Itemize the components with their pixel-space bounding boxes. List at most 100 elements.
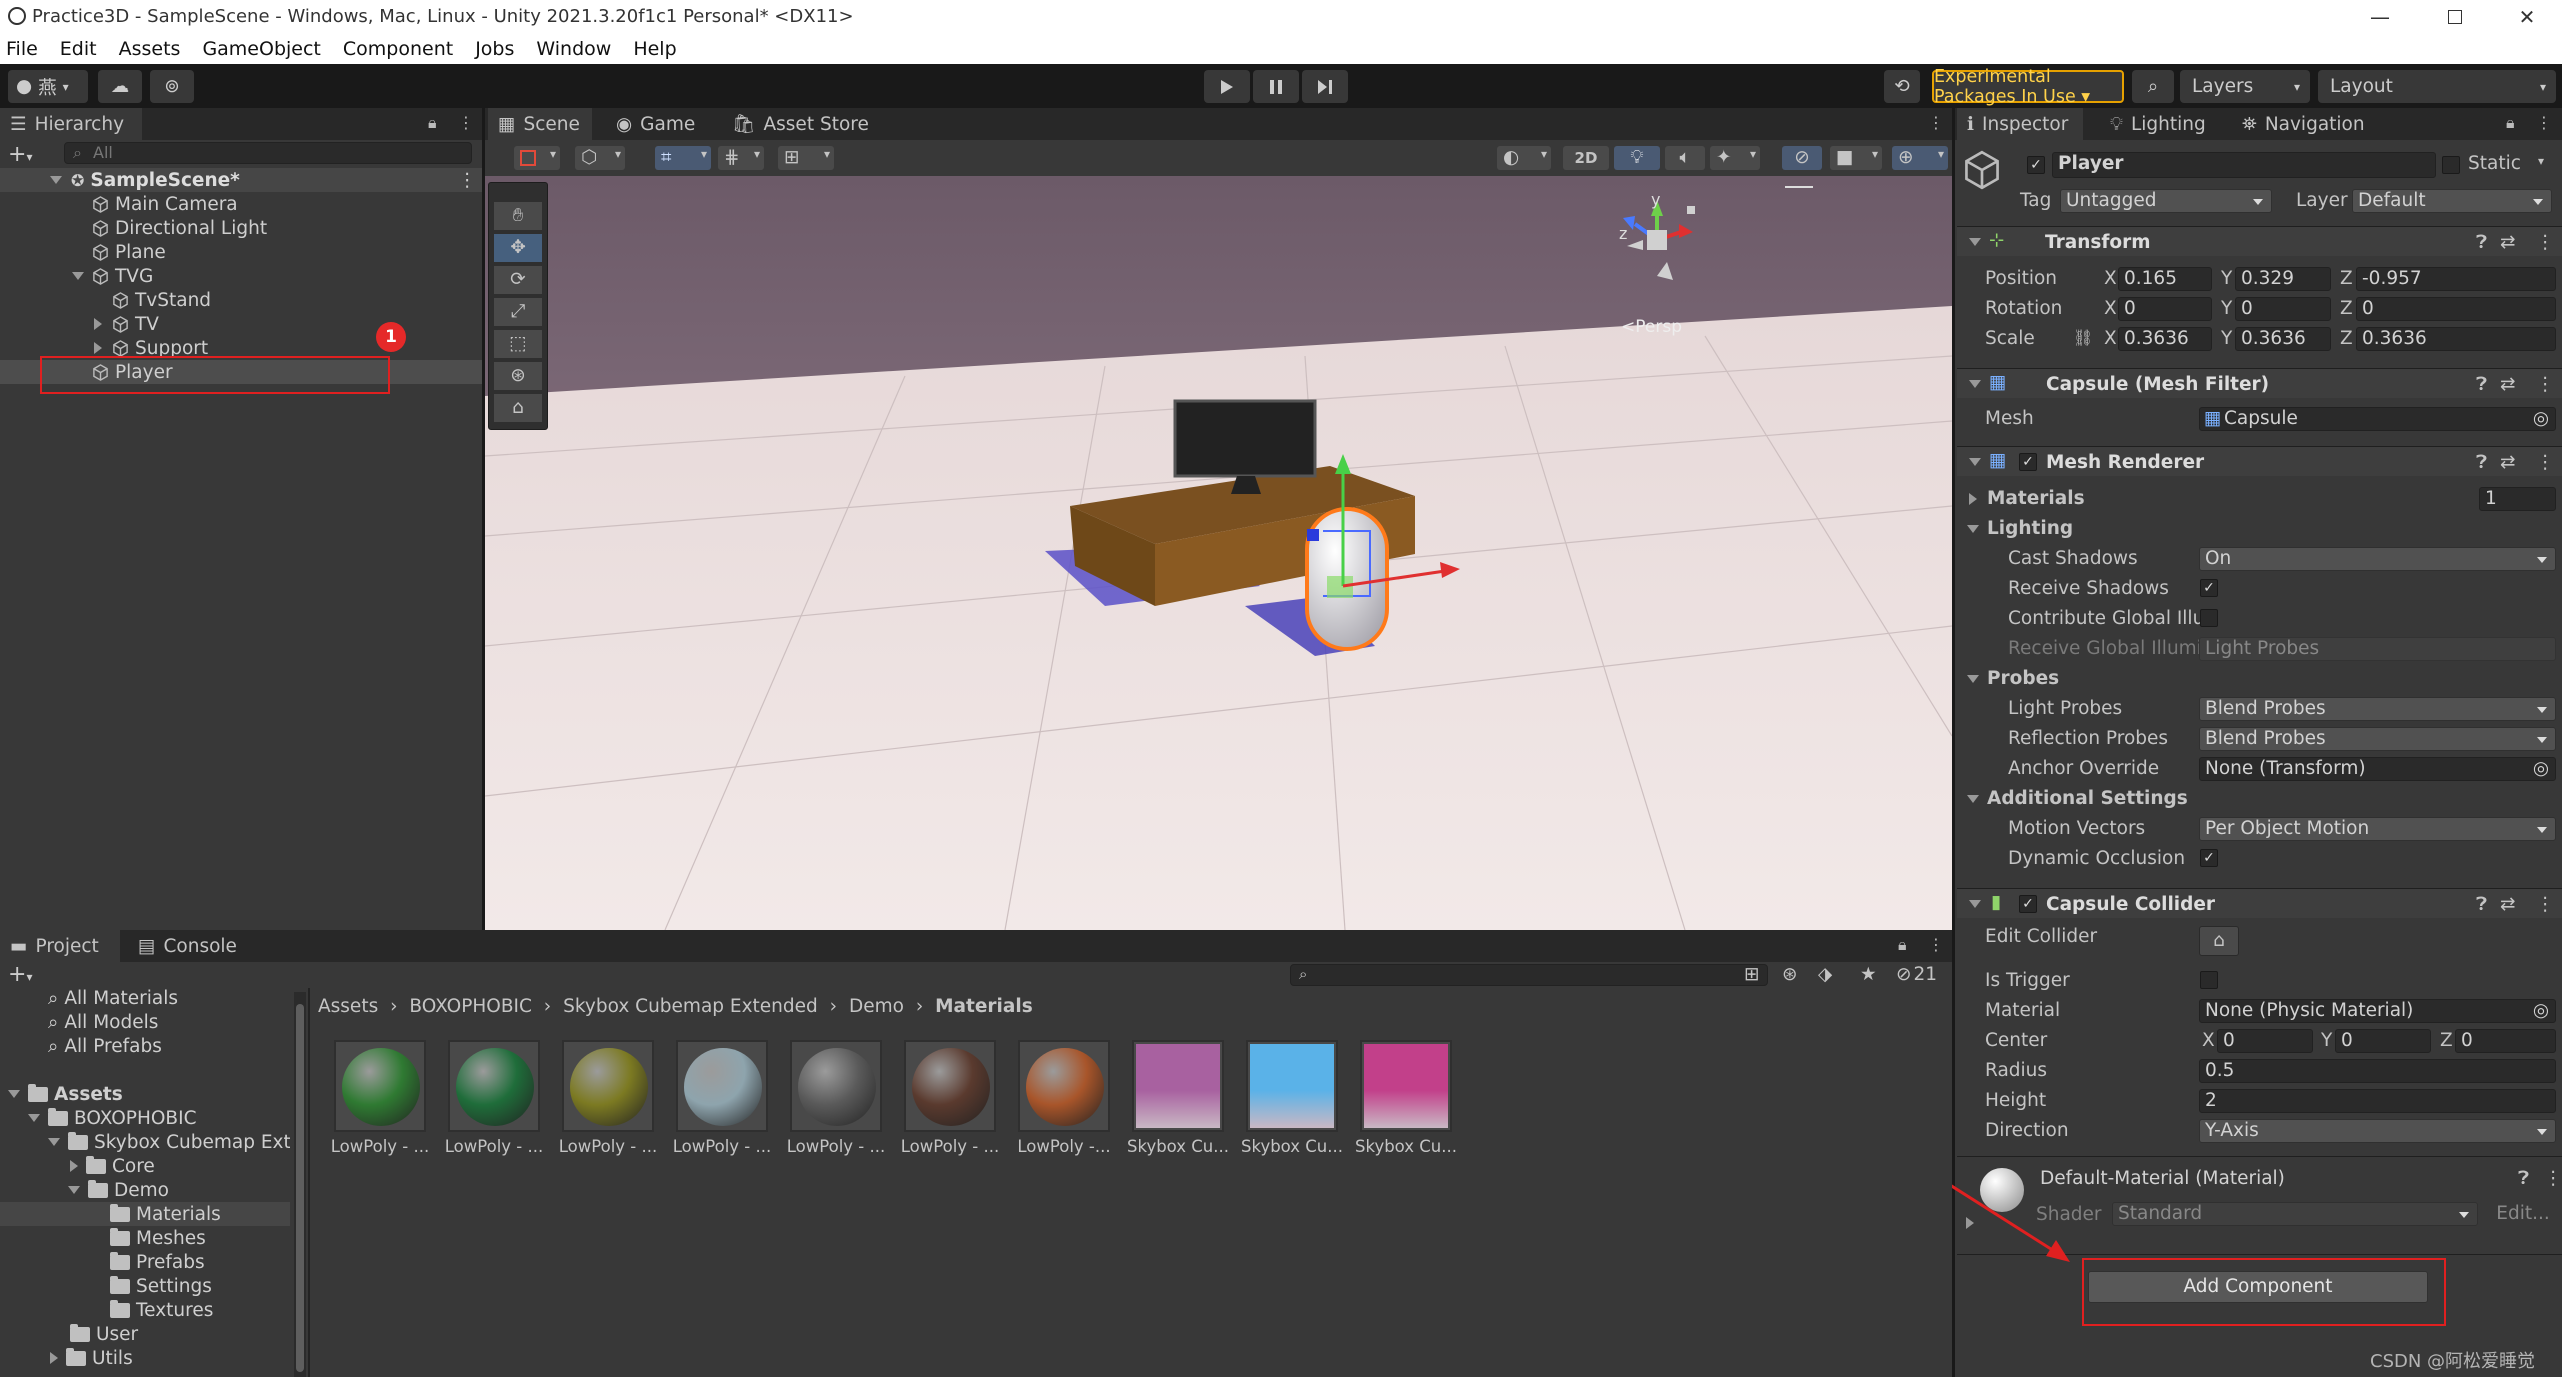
preset-icon[interactable]: ⇄: [2500, 374, 2516, 395]
asset-tile[interactable]: [790, 1040, 882, 1132]
transform-header[interactable]: ⊹ Transform ❓︎ ⇄ ⋮: [1957, 226, 2562, 256]
tree-item[interactable]: Meshes: [110, 1226, 206, 1250]
tree-item[interactable]: Settings: [110, 1274, 212, 1298]
project-tree-scrollbar[interactable]: [294, 992, 306, 1377]
tab-asset-store[interactable]: 🛍︎ Asset Store: [722, 108, 872, 140]
rect-tool[interactable]: ⬚: [494, 330, 542, 358]
maximize-icon[interactable]: [2420, 0, 2490, 33]
orientation-button[interactable]: ◐ ▾: [1497, 146, 1551, 170]
favorite-item[interactable]: ⌕ All Prefabs: [48, 1034, 162, 1058]
asset-tile[interactable]: [448, 1040, 540, 1132]
move-tool[interactable]: ✥: [494, 234, 542, 262]
hierarchy-item[interactable]: Directional Light: [0, 216, 482, 240]
asset-tile[interactable]: [334, 1040, 426, 1132]
tree-item[interactable]: Demo: [68, 1178, 169, 1202]
scene-viewport[interactable]: y z <Persp: [485, 176, 1952, 930]
center-z-input[interactable]: 0: [2455, 1029, 2556, 1053]
tree-item[interactable]: User: [70, 1322, 138, 1346]
search-by-type-icon[interactable]: ⊞: [1744, 964, 1760, 985]
play-button[interactable]: [1204, 70, 1250, 103]
gizmos-button[interactable]: ⊕ ▾: [1892, 146, 1948, 170]
lighting-toggle[interactable]: 💡︎: [1614, 146, 1660, 170]
preset-icon[interactable]: ⇄: [2500, 232, 2516, 253]
scene-visibility-toggle[interactable]: ⊘: [1782, 146, 1822, 170]
pause-button[interactable]: [1253, 70, 1299, 103]
breadcrumb-item[interactable]: Demo: [849, 996, 904, 1017]
center-x-input[interactable]: 0: [2217, 1029, 2313, 1053]
lock-icon[interactable]: 🔒︎: [1898, 935, 1907, 955]
materials-row[interactable]: Materials 1: [1957, 484, 2562, 514]
cloud-button[interactable]: ☁: [98, 70, 142, 103]
lighting-section[interactable]: Lighting: [1957, 514, 2562, 544]
more-icon[interactable]: ⋮: [2536, 452, 2555, 473]
account-button[interactable]: ● 燕 ▾: [8, 70, 88, 103]
mesh-renderer-header[interactable]: ▦ ✓ Mesh Renderer ❓︎ ⇄ ⋮: [1957, 446, 2562, 476]
breadcrumb-item[interactable]: Assets: [318, 996, 378, 1017]
ruler-button[interactable]: ⊞ ▾: [778, 146, 834, 170]
camera-button[interactable]: ■ ▾: [1830, 146, 1882, 170]
help-icon[interactable]: ❓︎: [2518, 1168, 2529, 1189]
menu-jobs[interactable]: Jobs: [475, 38, 514, 60]
tree-item[interactable]: Utils: [50, 1346, 133, 1370]
layout-dropdown[interactable]: Layout ▾: [2318, 70, 2556, 103]
custom-tool[interactable]: ⌂: [494, 394, 542, 422]
receive-shadows-checkbox[interactable]: ✓: [2200, 579, 2218, 597]
scale-x-input[interactable]: 0.3636: [2118, 327, 2212, 351]
is-trigger-checkbox[interactable]: [2200, 971, 2218, 989]
link-icon[interactable]: ⛓: [2073, 328, 2093, 347]
asset-tile[interactable]: [1018, 1040, 1110, 1132]
tab-project[interactable]: ▬ Project: [0, 930, 120, 962]
direction-dropdown[interactable]: Y-Axis: [2199, 1119, 2556, 1143]
help-icon[interactable]: ❓︎: [2476, 374, 2487, 395]
tree-item-assets[interactable]: Assets: [8, 1082, 123, 1106]
hierarchy-item[interactable]: TvStand: [0, 288, 482, 312]
asset-tile[interactable]: [676, 1040, 768, 1132]
effects-toggle[interactable]: ✦ ▾: [1710, 146, 1760, 170]
step-button[interactable]: [1302, 70, 1348, 103]
help-icon[interactable]: ❓︎: [2476, 232, 2487, 253]
hierarchy-add-button[interactable]: +▾: [8, 142, 32, 167]
menu-component[interactable]: Component: [343, 38, 453, 60]
asset-tile[interactable]: [904, 1040, 996, 1132]
breadcrumb-item[interactable]: Skybox Cubemap Extended: [563, 996, 818, 1017]
tab-game[interactable]: ◉ Game: [606, 108, 710, 140]
tag-dropdown[interactable]: Untagged: [2060, 189, 2272, 213]
radius-input[interactable]: 0.5: [2199, 1059, 2556, 1083]
materials-count-input[interactable]: 1: [2479, 487, 2556, 511]
tag-filter-icon[interactable]: ⬗: [1818, 964, 1832, 985]
tab-scene[interactable]: ▦ Scene: [488, 108, 592, 140]
gizmo-cube-button[interactable]: ⬡ ▾: [575, 146, 625, 170]
mesh-renderer-enabled-checkbox[interactable]: ✓: [2019, 453, 2037, 471]
tab-lighting[interactable]: 💡︎ Lighting: [2100, 108, 2220, 140]
minimize-gizmo-icon[interactable]: [1785, 186, 1813, 188]
position-x-input[interactable]: 0.165: [2118, 267, 2212, 291]
project-search-input[interactable]: ⌕: [1290, 964, 1768, 986]
favorite-item[interactable]: ⌕ All Models: [48, 1010, 158, 1034]
rotation-x-input[interactable]: 0: [2118, 297, 2212, 321]
close-icon[interactable]: ✕: [2492, 0, 2562, 33]
hierarchy-item[interactable]: TV: [0, 312, 482, 336]
tab-console[interactable]: ▤ Console: [128, 930, 248, 962]
lock-icon[interactable]: 🔒︎: [2506, 113, 2515, 133]
experimental-packages-button[interactable]: Experimental Packages In Use ▾: [1932, 67, 2124, 107]
light-probes-dropdown[interactable]: Blend Probes: [2199, 697, 2556, 721]
tab-navigation[interactable]: ⛯ Navigation: [2232, 108, 2382, 140]
hierarchy-item[interactable]: Plane: [0, 240, 482, 264]
more-icon[interactable]: ⋮: [1928, 935, 1944, 954]
asset-tile[interactable]: [562, 1040, 654, 1132]
hand-tool[interactable]: ✋︎: [494, 202, 542, 230]
help-icon[interactable]: ❓︎: [2476, 894, 2487, 915]
favorites-star-icon[interactable]: ★: [1860, 964, 1877, 985]
probes-section[interactable]: Probes: [1957, 664, 2562, 694]
menu-assets[interactable]: Assets: [119, 38, 181, 60]
target-icon[interactable]: ◎: [2533, 1000, 2549, 1022]
edit-collider-button[interactable]: ⌂: [2199, 926, 2239, 956]
grid-snap-button[interactable]: ⌗ ▾: [655, 146, 711, 170]
preset-icon[interactable]: ⇄: [2500, 894, 2516, 915]
position-z-input[interactable]: -0.957: [2356, 267, 2556, 291]
additional-settings-section[interactable]: Additional Settings: [1957, 784, 2562, 814]
position-y-input[interactable]: 0.329: [2235, 267, 2331, 291]
center-y-input[interactable]: 0: [2335, 1029, 2431, 1053]
more-icon[interactable]: ⋮: [458, 113, 474, 132]
hidden-packages-button[interactable]: ⊘ 21: [1896, 964, 1937, 985]
